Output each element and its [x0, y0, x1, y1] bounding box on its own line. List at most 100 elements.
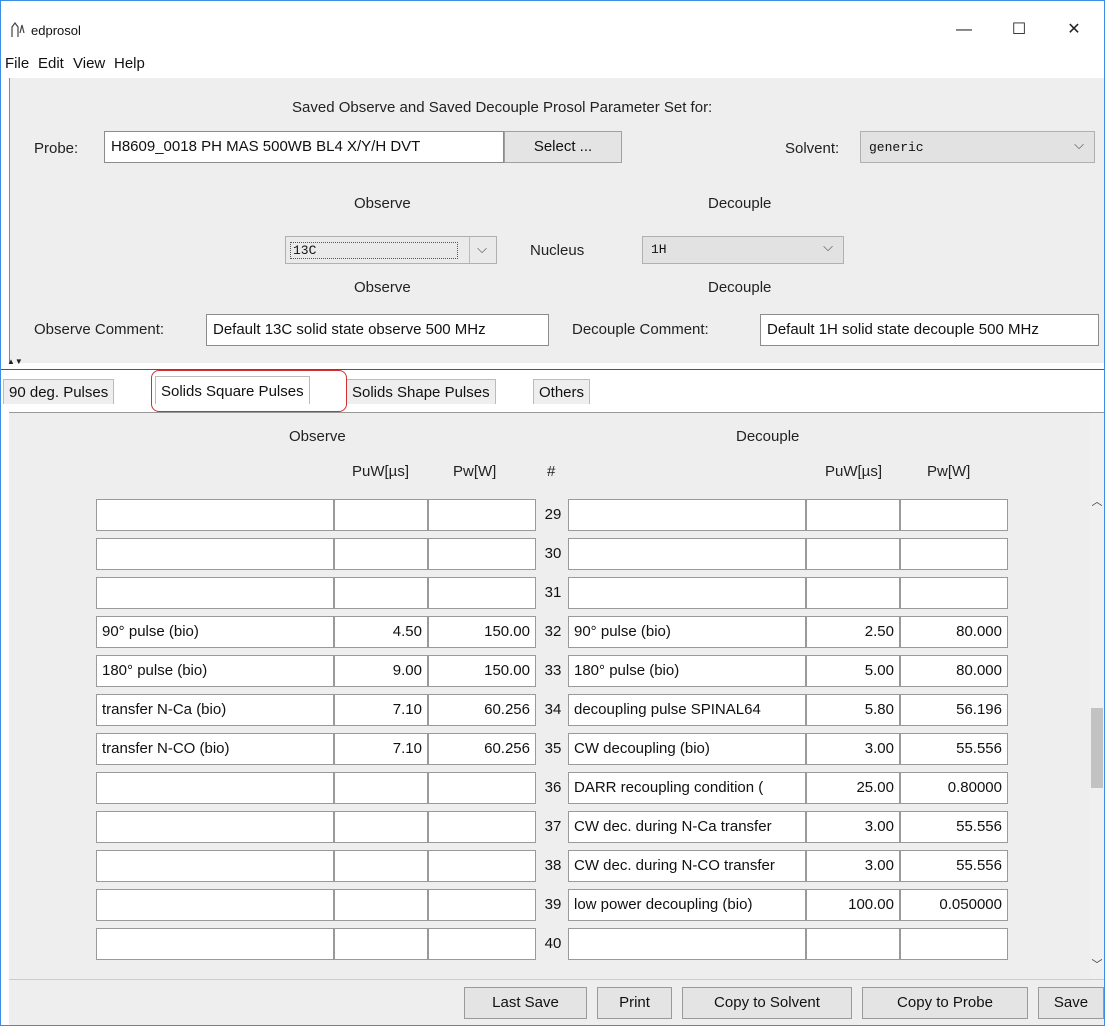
observe-name-cell[interactable] [96, 850, 334, 882]
decouple-name-cell[interactable]: CW dec. during N-Ca transfer [568, 811, 806, 843]
observe-name-cell[interactable] [96, 811, 334, 843]
observe-pw-cell[interactable] [428, 850, 536, 882]
decouple-name-cell[interactable]: CW decoupling (bio) [568, 733, 806, 765]
observe-name-cell[interactable]: transfer N-Ca (bio) [96, 694, 334, 726]
observe-puw-cell[interactable]: 4.50 [334, 616, 428, 648]
observe-puw-cell[interactable]: 9.00 [334, 655, 428, 687]
observe-name-cell[interactable] [96, 772, 334, 804]
maximize-icon[interactable]: ☐ [996, 15, 1042, 45]
observe-puw-cell[interactable] [334, 811, 428, 843]
observe-name-cell[interactable] [96, 577, 334, 609]
observe-puw-cell[interactable] [334, 577, 428, 609]
decouple-puw-cell[interactable] [806, 577, 900, 609]
observe-pw-cell[interactable]: 150.00 [428, 616, 536, 648]
observe-pw-cell[interactable] [428, 538, 536, 570]
menu-edit[interactable]: Edit [38, 55, 64, 72]
minimize-icon[interactable]: — [941, 15, 987, 45]
decouple-pw-cell[interactable] [900, 538, 1008, 570]
decouple-puw-cell[interactable]: 3.00 [806, 811, 900, 843]
tab-others[interactable]: Others [533, 379, 591, 404]
decouple-name-cell[interactable]: CW dec. during N-CO transfer [568, 850, 806, 882]
observe-puw-cell[interactable]: 7.10 [334, 694, 428, 726]
observe-pw-cell[interactable]: 60.256 [428, 733, 536, 765]
menu-help[interactable]: Help [114, 55, 145, 72]
save-button[interactable]: Save [1038, 987, 1104, 1019]
observe-puw-cell[interactable] [334, 889, 428, 921]
observe-name-cell[interactable]: 90° pulse (bio) [96, 616, 334, 648]
observe-pw-cell[interactable] [428, 772, 536, 804]
decouple-pw-cell[interactable]: 56.196 [900, 694, 1008, 726]
print-button[interactable]: Print [597, 987, 672, 1019]
decouple-pw-cell[interactable]: 55.556 [900, 733, 1008, 765]
panel-splitter[interactable]: ▲▼ [1, 358, 1104, 370]
decouple-name-cell[interactable]: 90° pulse (bio) [568, 616, 806, 648]
decouple-pw-cell[interactable]: 0.050000 [900, 889, 1008, 921]
observe-puw-cell[interactable] [334, 499, 428, 531]
decouple-name-cell[interactable] [568, 577, 806, 609]
copy-to-probe-button[interactable]: Copy to Probe [862, 987, 1028, 1019]
scroll-down-icon[interactable]: ﹀ [1090, 956, 1104, 971]
observe-pw-cell[interactable] [428, 928, 536, 960]
decouple-puw-cell[interactable]: 5.00 [806, 655, 900, 687]
close-icon[interactable]: ✕ [1051, 15, 1097, 45]
observe-name-cell[interactable] [96, 889, 334, 921]
scrollbar-thumb[interactable] [1091, 708, 1103, 788]
decouple-comment-field[interactable]: Default 1H solid state decouple 500 MHz [760, 314, 1099, 346]
decouple-name-cell[interactable]: decoupling pulse SPINAL64 [568, 694, 806, 726]
observe-pw-cell[interactable] [428, 889, 536, 921]
decouple-name-cell[interactable] [568, 499, 806, 531]
decouple-pw-cell[interactable] [900, 577, 1008, 609]
menu-file[interactable]: File [5, 55, 29, 72]
decouple-name-cell[interactable]: 180° pulse (bio) [568, 655, 806, 687]
decouple-name-cell[interactable]: DARR recoupling condition ( [568, 772, 806, 804]
decouple-puw-cell[interactable]: 25.00 [806, 772, 900, 804]
observe-pw-cell[interactable]: 60.256 [428, 694, 536, 726]
observe-pw-cell[interactable] [428, 577, 536, 609]
observe-puw-cell[interactable] [334, 538, 428, 570]
splitter-arrows-icon[interactable]: ▲▼ [7, 358, 23, 366]
scroll-up-icon[interactable]: ︿ [1090, 493, 1104, 508]
decouple-puw-cell[interactable] [806, 538, 900, 570]
observe-name-cell[interactable] [96, 499, 334, 531]
observe-comment-field[interactable]: Default 13C solid state observe 500 MHz [206, 314, 549, 346]
vertical-scrollbar[interactable]: ︿ ﹀ [1090, 413, 1104, 980]
solvent-dropdown[interactable]: generic ⌵ [860, 131, 1095, 163]
observe-name-cell[interactable]: transfer N-CO (bio) [96, 733, 334, 765]
decouple-name-cell[interactable] [568, 538, 806, 570]
copy-to-solvent-button[interactable]: Copy to Solvent [682, 987, 852, 1019]
decouple-name-cell[interactable] [568, 928, 806, 960]
decouple-pw-cell[interactable] [900, 499, 1008, 531]
decouple-pw-cell[interactable]: 80.000 [900, 616, 1008, 648]
decouple-puw-cell[interactable]: 100.00 [806, 889, 900, 921]
decouple-puw-cell[interactable]: 3.00 [806, 733, 900, 765]
observe-nucleus-dropdown[interactable]: 13C ⌵ [285, 236, 497, 264]
decouple-puw-cell[interactable]: 3.00 [806, 850, 900, 882]
observe-pw-cell[interactable] [428, 811, 536, 843]
observe-name-cell[interactable] [96, 928, 334, 960]
decouple-pw-cell[interactable]: 0.80000 [900, 772, 1008, 804]
decouple-puw-cell[interactable]: 5.80 [806, 694, 900, 726]
observe-puw-cell[interactable]: 7.10 [334, 733, 428, 765]
observe-pw-cell[interactable] [428, 499, 536, 531]
observe-pw-cell[interactable]: 150.00 [428, 655, 536, 687]
tab-90-deg-pulses[interactable]: 90 deg. Pulses [3, 379, 115, 404]
decouple-puw-cell[interactable] [806, 499, 900, 531]
decouple-nucleus-dropdown[interactable]: 1H ⌵ [642, 236, 844, 264]
tab-solids-shape-pulses[interactable]: Solids Shape Pulses [346, 379, 496, 404]
decouple-pw-cell[interactable]: 55.556 [900, 850, 1008, 882]
decouple-pw-cell[interactable]: 55.556 [900, 811, 1008, 843]
decouple-puw-cell[interactable]: 2.50 [806, 616, 900, 648]
decouple-pw-cell[interactable]: 80.000 [900, 655, 1008, 687]
row-number: 34 [544, 701, 562, 718]
observe-name-cell[interactable] [96, 538, 334, 570]
decouple-puw-cell[interactable] [806, 928, 900, 960]
observe-puw-cell[interactable] [334, 850, 428, 882]
select-probe-button[interactable]: Select ... [504, 131, 622, 163]
last-save-button[interactable]: Last Save [464, 987, 587, 1019]
observe-name-cell[interactable]: 180° pulse (bio) [96, 655, 334, 687]
menu-view[interactable]: View [73, 55, 105, 72]
decouple-pw-cell[interactable] [900, 928, 1008, 960]
decouple-name-cell[interactable]: low power decoupling (bio) [568, 889, 806, 921]
observe-puw-cell[interactable] [334, 928, 428, 960]
observe-puw-cell[interactable] [334, 772, 428, 804]
